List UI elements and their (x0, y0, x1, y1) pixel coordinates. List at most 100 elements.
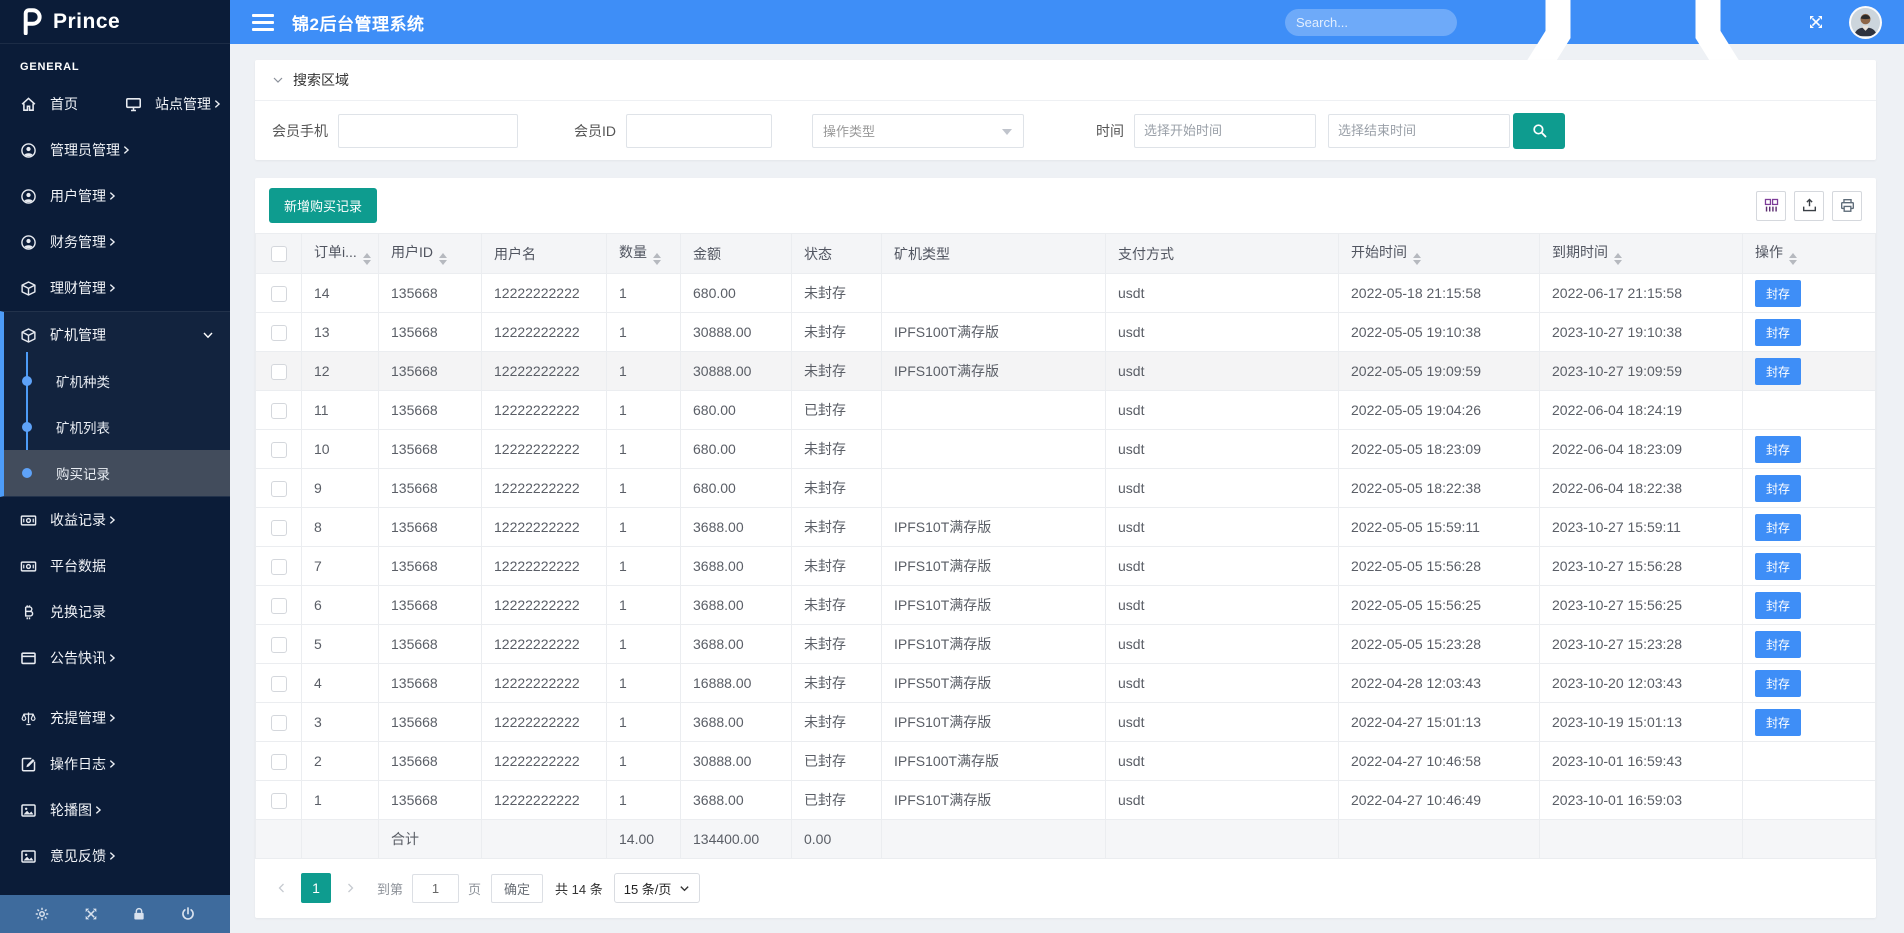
row-checkbox[interactable] (271, 442, 287, 458)
sidebar-item-admin-management[interactable]: 管理员管理 (0, 127, 230, 173)
cell-action: 封存 (1743, 313, 1876, 352)
column-header-quantity[interactable]: 数量 (607, 234, 681, 274)
sort-icon[interactable] (1614, 253, 1622, 265)
row-checkbox[interactable] (271, 286, 287, 302)
member-id-input[interactable] (626, 114, 772, 148)
cell-start-time: 2022-05-05 15:56:25 (1339, 586, 1540, 625)
sort-icon[interactable] (653, 253, 661, 265)
seal-button[interactable]: 封存 (1755, 358, 1801, 385)
sort-icon[interactable] (363, 253, 371, 265)
sidebar-item-miner-management[interactable]: 矿机管理 (4, 312, 230, 358)
row-checkbox[interactable] (271, 364, 287, 380)
fullscreen-icon[interactable] (1807, 13, 1825, 31)
page-size-select[interactable]: 15 条/页 (614, 873, 701, 903)
member-phone-input[interactable] (338, 114, 518, 148)
cell-action: 封存 (1743, 586, 1876, 625)
cell-amount: 30888.00 (681, 352, 792, 391)
menu-toggle-icon[interactable] (252, 14, 274, 31)
header-search-input[interactable] (1296, 15, 1472, 30)
sidebar-item-feedback[interactable]: 意见反馈 (0, 833, 230, 879)
cell-pay-method: usdt (1106, 391, 1339, 430)
row-checkbox[interactable] (271, 403, 287, 419)
row-checkbox[interactable] (271, 754, 287, 770)
brand-logo[interactable]: Prince (0, 0, 230, 44)
table-row: 1313566812222222222130888.00未封存IPFS100T满… (256, 313, 1876, 352)
sidebar-item-deposit-withdraw[interactable]: 充提管理 (0, 695, 230, 741)
prev-page-button[interactable] (269, 873, 295, 903)
sort-icon[interactable] (1789, 253, 1797, 265)
power-icon[interactable] (180, 906, 196, 922)
sidebar-item-miner-types[interactable]: 矿机种类 (4, 358, 230, 404)
seal-button[interactable]: 封存 (1755, 631, 1801, 658)
row-checkbox[interactable] (271, 598, 287, 614)
gear-icon[interactable] (34, 906, 50, 922)
seal-button[interactable]: 封存 (1755, 319, 1801, 346)
column-header-select[interactable] (256, 234, 302, 274)
seal-button[interactable]: 封存 (1755, 553, 1801, 580)
column-header-end-time[interactable]: 到期时间 (1540, 234, 1743, 274)
add-purchase-record-button[interactable]: 新增购买记录 (269, 188, 377, 223)
print-button[interactable] (1832, 191, 1862, 221)
user-avatar[interactable] (1849, 6, 1882, 39)
search-panel-header[interactable]: 搜索区域 (255, 60, 1876, 101)
seal-button[interactable]: 封存 (1755, 280, 1801, 307)
desktop-icon (125, 96, 142, 113)
cell-machine-type: IPFS10T满存版 (882, 586, 1106, 625)
row-checkbox[interactable] (271, 676, 287, 692)
cell-status: 未封存 (792, 664, 882, 703)
goto-confirm-button[interactable]: 确定 (491, 874, 543, 903)
sort-icon[interactable] (1413, 253, 1421, 265)
sidebar-item-finance-management[interactable]: 财务管理 (0, 219, 230, 265)
search-form: 会员手机 会员ID 操作类型 时间 (255, 101, 1876, 160)
sidebar-item-announcements[interactable]: 公告快讯 (0, 635, 230, 681)
sidebar-item-carousel[interactable]: 轮播图 (0, 787, 230, 833)
operation-type-select[interactable]: 操作类型 (812, 114, 1024, 148)
column-header-order-id[interactable]: 订单i... (302, 234, 379, 274)
sidebar-item-income-records[interactable]: 收益记录 (0, 497, 230, 543)
sort-icon[interactable] (439, 253, 447, 265)
sidebar-item-label: 轮播图 (50, 800, 92, 820)
row-checkbox[interactable] (271, 715, 287, 731)
cell-action: 封存 (1743, 703, 1876, 742)
seal-button[interactable]: 封存 (1755, 514, 1801, 541)
current-page-button[interactable]: 1 (301, 873, 331, 903)
column-header-user-id[interactable]: 用户ID (379, 234, 482, 274)
sidebar-item-miner-list[interactable]: 矿机列表 (4, 404, 230, 450)
export-button[interactable] (1794, 191, 1824, 221)
select-all-checkbox[interactable] (271, 246, 287, 262)
seal-button[interactable]: 封存 (1755, 709, 1801, 736)
sidebar-item-wealth-management[interactable]: 理财管理 (0, 265, 230, 311)
fullscreen-icon[interactable] (83, 906, 99, 922)
row-checkbox[interactable] (271, 793, 287, 809)
seal-button[interactable]: 封存 (1755, 670, 1801, 697)
sidebar-item-platform-data[interactable]: 平台数据 (0, 543, 230, 589)
sidebar-item-site-management[interactable]: 站点管理 (125, 81, 230, 127)
columns-button[interactable] (1756, 191, 1786, 221)
sidebar-item-operation-logs[interactable]: 操作日志 (0, 741, 230, 787)
cell-machine-type (882, 391, 1106, 430)
search-submit-button[interactable] (1513, 113, 1565, 149)
header-row: 订单i...用户ID用户名数量金额状态矿机类型支付方式开始时间到期时间操作 (256, 234, 1876, 274)
sidebar-item-user-management[interactable]: 用户管理 (0, 173, 230, 219)
row-checkbox[interactable] (271, 325, 287, 341)
sidebar-item-purchase-records[interactable]: 购买记录 (4, 450, 230, 496)
seal-button[interactable]: 封存 (1755, 436, 1801, 463)
seal-button[interactable]: 封存 (1755, 475, 1801, 502)
sidebar-item-home[interactable]: 首页 (0, 81, 125, 127)
column-header-start-time[interactable]: 开始时间 (1339, 234, 1540, 274)
seal-button[interactable]: 封存 (1755, 592, 1801, 619)
scale-icon (20, 710, 37, 727)
row-checkbox[interactable] (271, 559, 287, 575)
row-checkbox[interactable] (271, 481, 287, 497)
page-number-input[interactable] (412, 874, 459, 903)
cell-user-id: 135668 (379, 313, 482, 352)
next-page-button[interactable] (337, 873, 363, 903)
sidebar-item-exchange-records[interactable]: 兑换记录 (0, 589, 230, 635)
end-time-input[interactable] (1328, 114, 1510, 148)
column-header-action[interactable]: 操作 (1743, 234, 1876, 274)
row-checkbox[interactable] (271, 637, 287, 653)
lock-icon[interactable] (131, 906, 147, 922)
row-checkbox[interactable] (271, 520, 287, 536)
sidebar-item-label: 首页 (50, 94, 78, 114)
start-time-input[interactable] (1134, 114, 1316, 148)
